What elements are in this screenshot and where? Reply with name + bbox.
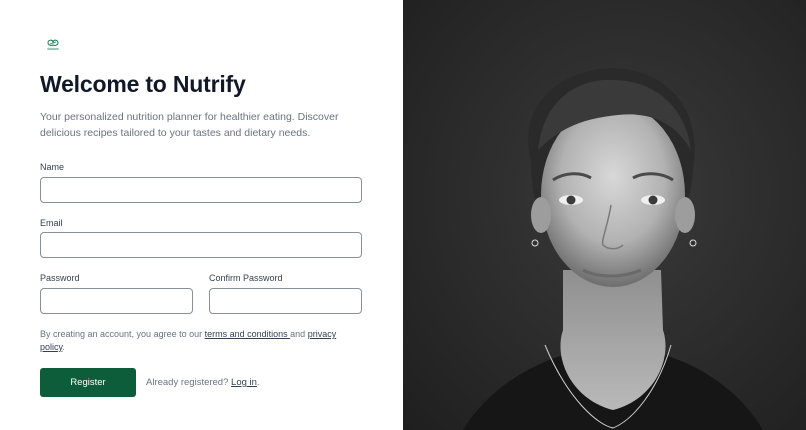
- email-label: Email: [40, 218, 63, 228]
- page-title: Welcome to Nutrify: [40, 71, 246, 97]
- terms-middle: and: [290, 329, 308, 339]
- nutrify-logo-icon: [45, 37, 61, 53]
- terms-link[interactable]: terms and conditions: [205, 329, 291, 339]
- email-field[interactable]: [40, 232, 362, 258]
- terms-suffix: .: [62, 342, 65, 352]
- register-button[interactable]: Register: [40, 368, 136, 397]
- terms-prefix: By creating an account, you agree to our: [40, 329, 205, 339]
- portrait-photo: [403, 0, 806, 430]
- page-subtitle: Your personalized nutrition planner for …: [40, 111, 339, 139]
- registration-panel: Welcome to Nutrify Your personalized nut…: [0, 0, 403, 430]
- already-registered-text: Already registered?: [146, 377, 232, 388]
- terms-notice: By creating an account, you agree to our…: [40, 328, 360, 354]
- name-field[interactable]: [40, 177, 362, 203]
- hero-portrait-image: [403, 0, 806, 430]
- login-suffix: .: [256, 377, 260, 388]
- password-label: Password: [40, 273, 80, 283]
- login-prompt: Already registered? Log in.: [146, 377, 260, 388]
- confirm-password-label: Confirm Password: [209, 273, 283, 283]
- confirm-password-field[interactable]: [209, 288, 362, 314]
- login-link[interactable]: Log in: [231, 377, 257, 388]
- name-label: Name: [40, 162, 65, 172]
- password-field[interactable]: [40, 288, 193, 314]
